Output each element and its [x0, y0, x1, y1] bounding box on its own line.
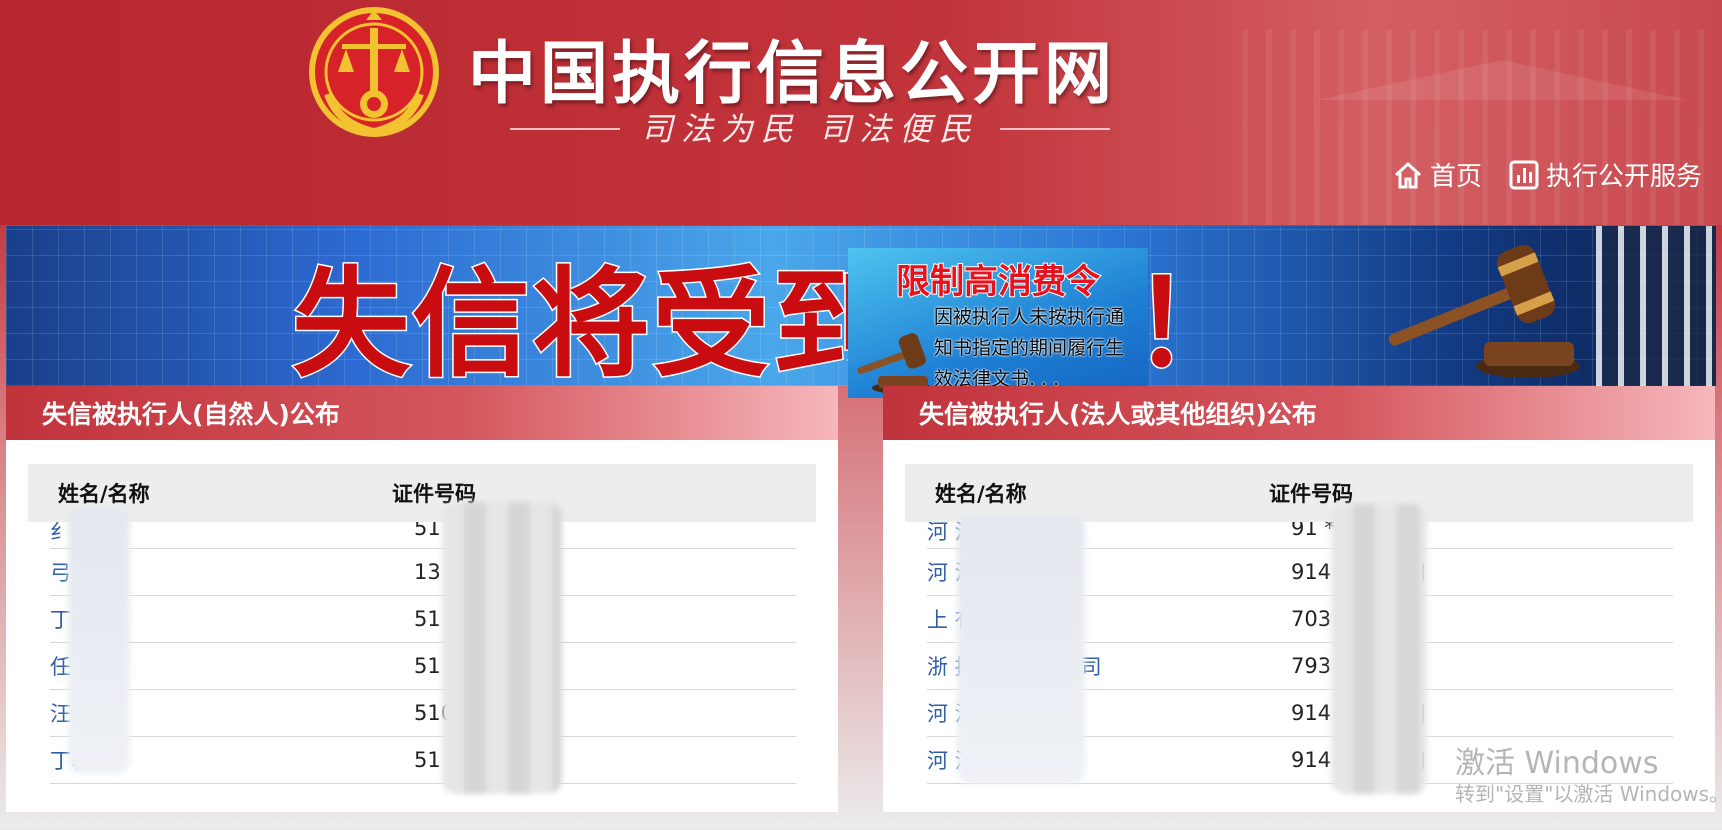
natural-person-table: 姓名/名称 证件号码 纟 51 **2911 弓 13 ***005X 丁 51… [28, 464, 816, 784]
natural-person-panel: 失信被执行人(自然人)公布 姓名/名称 证件号码 纟 51 **2911 弓 1… [6, 386, 838, 812]
table-row[interactable]: 丁朝凤 51 ***6327 [50, 737, 796, 784]
row-id: 793 [1291, 654, 1332, 678]
banner-bars [1596, 226, 1716, 386]
popup-title: 限制高消费令 [895, 261, 1101, 303]
activation-watermark-title: 激活 Windows [1455, 746, 1659, 781]
table-header: 姓名/名称 证件号码 [28, 464, 816, 522]
slogan: 司法为民 司法便民 [510, 104, 1120, 154]
slogan-divider-left [510, 128, 620, 130]
table-row[interactable]: 纟 51 **2911 [50, 522, 796, 549]
activation-watermark-hint: 转到"设置"以激活 Windows。 [1455, 782, 1722, 806]
table-row[interactable]: 丁 51 ***6314 [50, 596, 796, 643]
site-header: 中国执行信息公开网 司法为民 司法便民 首页 执行公开服务 [0, 0, 1722, 225]
top-nav: 首页 执行公开服务 [1392, 156, 1702, 193]
popup-body: 因被执行人未按执行通知书指定的期间履行生效法律文书. . . [934, 306, 1125, 390]
nav-execution-service[interactable]: 执行公开服务 [1508, 156, 1702, 193]
table-row[interactable]: 弓 13 ***005X [50, 549, 796, 596]
privacy-mask-id [1331, 504, 1427, 794]
col-name: 姓名/名称 [935, 482, 1027, 506]
gavel-icon [1388, 244, 1580, 378]
nav-execution-service-label: 执行公开服务 [1545, 162, 1702, 192]
col-name: 姓名/名称 [58, 482, 150, 506]
site-title: 中国执行信息公开网 [468, 35, 1117, 114]
court-emblem-icon [309, 7, 439, 137]
chart-icon [1509, 160, 1539, 189]
privacy-mask-name [957, 514, 1085, 784]
home-icon [1394, 161, 1421, 188]
privacy-mask-id [442, 502, 562, 794]
panel-title-organization: 失信被执行人(法人或其他组织)公布 [883, 386, 1715, 440]
slogan-divider-right [1000, 128, 1110, 130]
popup-ad[interactable]: 限制高消费令 因被执行人未按执行通知书指定的期间履行生效法律文书. . . [848, 248, 1148, 398]
panel-title-natural: 失信被执行人(自然人)公布 [6, 386, 838, 440]
row-id: 703 [1291, 607, 1332, 631]
table-row[interactable]: 汪 510 **0314 [50, 690, 796, 737]
nav-home[interactable]: 首页 [1392, 156, 1482, 193]
table-row[interactable]: 任 51 ***0846 [50, 643, 796, 690]
privacy-mask-name [68, 508, 130, 774]
slogan-text: 司法为民 司法便民 [640, 110, 980, 148]
building-backdrop [1242, 30, 1722, 225]
nav-home-label: 首页 [1429, 162, 1482, 192]
